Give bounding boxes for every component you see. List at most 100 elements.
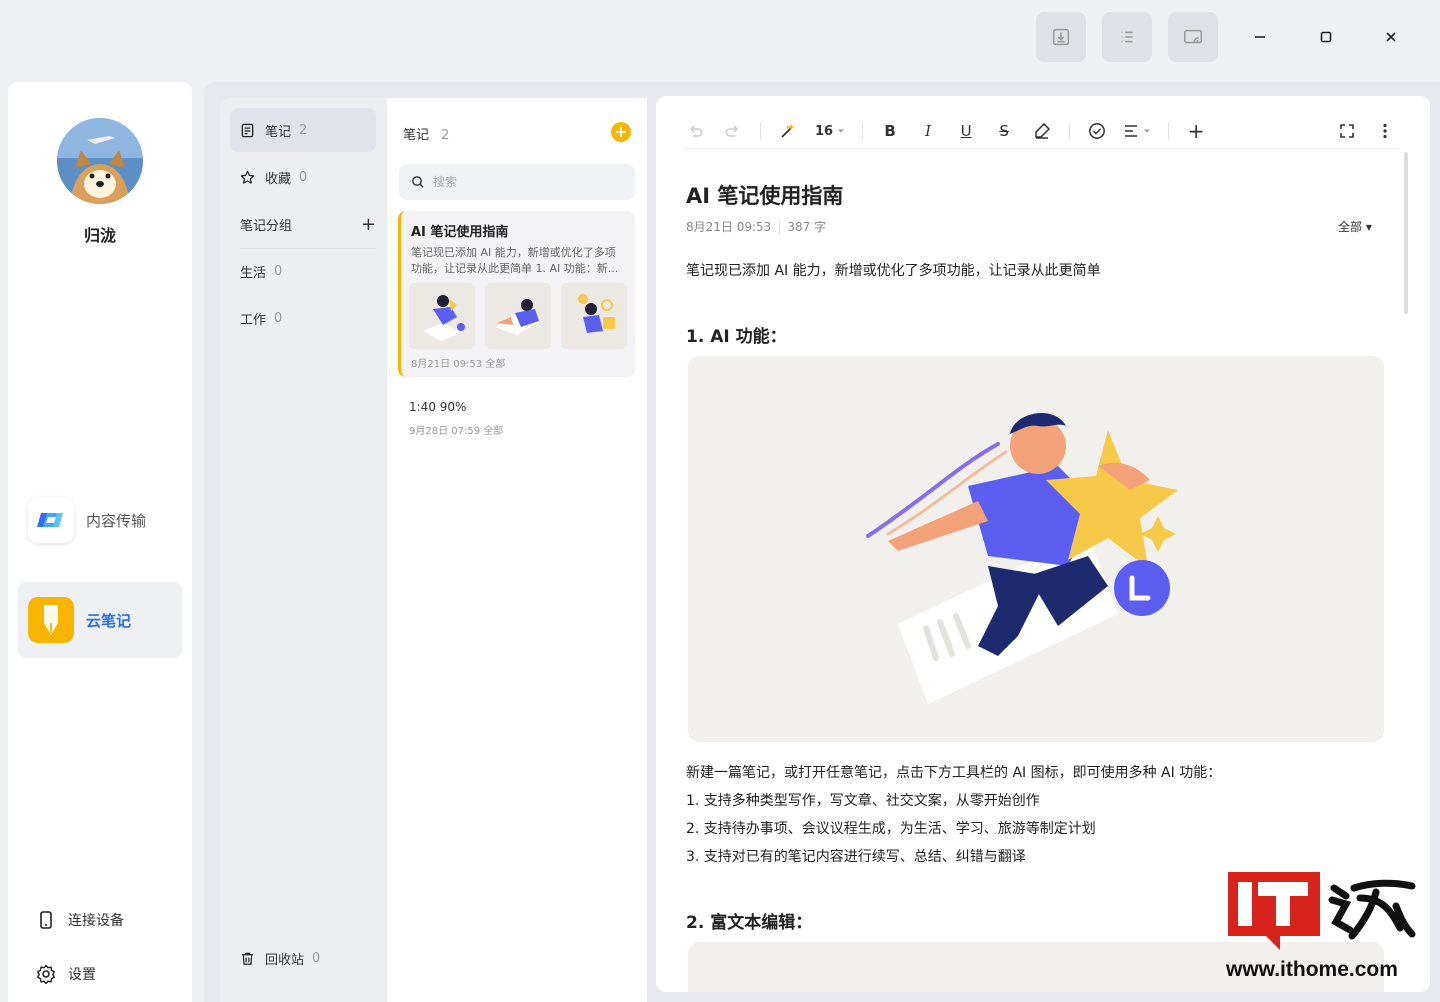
note-list-line[interactable]: 2. 支持待办事项、会议议程生成，为生活、学习、旅游等制定计划 [686, 818, 1096, 838]
note-list-item[interactable]: 1:40 90% 9月28日 07:59 全部 [409, 400, 503, 437]
undo-button[interactable] [684, 116, 706, 146]
thumbnail-image [561, 283, 627, 349]
underline-icon: U [960, 122, 972, 140]
note-group-label: 笔记分组 [240, 219, 293, 234]
note-item-meta: 8月21日 09:53 全部 [411, 359, 506, 370]
folder-select-value: 全部 ▾ [1338, 220, 1372, 234]
undo-icon [690, 125, 703, 137]
italic-icon: I [925, 122, 932, 140]
cloud-notes-icon [28, 597, 74, 643]
category-favorites-count: 0 [299, 169, 308, 185]
note-paragraph[interactable]: 新建一篇笔记，或打开任意笔记，点击下方工具栏的 AI 图标，即可使用多种 AI … [686, 762, 1221, 782]
group-count: 0 [274, 263, 283, 279]
group-item-life[interactable]: 生活 0 [230, 249, 376, 293]
add-note-button[interactable]: + [611, 122, 631, 142]
toolbar-right-group [1336, 116, 1396, 146]
toolbar-divider [684, 148, 1398, 149]
note-heading[interactable]: 2. 富文本编辑： [686, 908, 812, 933]
category-notes-count: 2 [299, 122, 308, 138]
search-box[interactable] [399, 164, 635, 200]
redo-button[interactable] [722, 116, 744, 146]
category-notes[interactable]: 笔记 2 [230, 108, 376, 152]
app-content-transfer[interactable]: 内容传输 [18, 482, 182, 558]
note-list-line[interactable]: 1. 支持多种类型写作，写文章、社交文案，从零开始创作 [686, 790, 1040, 810]
toolbar-divider [760, 123, 761, 139]
toolbar-divider [862, 123, 864, 139]
bold-button[interactable]: B [879, 116, 901, 146]
username: 归泷 [83, 226, 116, 245]
italic-button[interactable]: I [917, 116, 939, 146]
note-editor: 16 B I U S + AI 笔记使用指南 8月21日 09:53 | 387… [656, 96, 1430, 992]
category-notes-label: 笔记 [265, 124, 292, 140]
watermark-url: www.ithome.com [1226, 958, 1398, 981]
note-date: 8月21日 09:53 [686, 220, 772, 234]
group-item-work[interactable]: 工作 0 [230, 296, 376, 340]
toolbar-divider [1069, 123, 1071, 139]
editor-toolbar: 16 B I U S + [684, 116, 1396, 146]
star-icon [240, 170, 255, 184]
notes-list-panel: 笔记 2 + AI 笔记使用指南 笔记现已添加 AI 能力，新增或优化了多项功能… [387, 98, 647, 1002]
note-thumbnails [409, 283, 627, 349]
note-heading[interactable]: 1. AI 功能： [686, 322, 787, 347]
underline-button[interactable]: U [955, 116, 977, 146]
group-count: 0 [274, 310, 283, 326]
notes-list-header: 笔记 2 [403, 124, 449, 143]
maximize-icon [1320, 31, 1332, 43]
category-trash-label: 回收站 [265, 952, 305, 968]
redo-icon [725, 125, 738, 137]
checklist-button[interactable] [1086, 116, 1108, 146]
note-paragraph[interactable]: 笔记现已添加 AI 能力，新增或优化了多项功能，让记录从此更简单 [686, 260, 1101, 280]
chevron-down-icon [1144, 129, 1151, 133]
highlight-button[interactable] [1031, 116, 1053, 146]
folder-select[interactable]: 全部 ▾ [1338, 218, 1372, 235]
minimize-button[interactable] [1245, 22, 1275, 52]
app-label-transfer: 内容传输 [86, 511, 147, 530]
font-size-select[interactable]: 16 [815, 116, 846, 146]
ai-wand-button[interactable] [777, 116, 799, 146]
note-meta: 8月21日 09:53 | 387 字 [686, 220, 827, 234]
note-group-header: 笔记分组 + [240, 214, 376, 235]
app-sidebar: 归泷 内容传输 云笔记 连接设备 设置 [8, 82, 192, 1002]
cast-button[interactable] [1168, 12, 1218, 62]
add-group-icon[interactable]: + [361, 214, 376, 235]
highlighter-icon [1035, 123, 1050, 139]
note-item-snippet: 笔记现已添加 AI 能力，新增或优化了多项功能，让记录从此更简单 1. AI 功… [411, 246, 619, 275]
transfer-icon [28, 497, 74, 543]
note-title[interactable]: AI 笔记使用指南 [686, 180, 843, 210]
trash-icon [241, 952, 254, 965]
align-left-icon [1125, 125, 1138, 137]
bold-icon: B [884, 122, 896, 140]
note-list-item[interactable]: AI 笔记使用指南 笔记现已添加 AI 能力，新增或优化了多项功能，让记录从此更… [398, 211, 635, 377]
chevron-down-icon [838, 129, 845, 133]
fullscreen-icon [1340, 124, 1354, 138]
connect-device-label: 连接设备 [68, 913, 124, 929]
more-button[interactable] [1374, 116, 1396, 146]
phone-icon [40, 911, 52, 929]
minimize-icon [1255, 36, 1265, 38]
note-item-title: AI 笔记使用指南 [411, 225, 509, 240]
note-list-line[interactable]: 3. 支持对已有的笔记内容进行续写、总结、纠错与翻译 [686, 846, 1026, 866]
fullscreen-button[interactable] [1336, 116, 1358, 146]
thumbnail-image [485, 283, 551, 349]
close-button[interactable] [1376, 22, 1406, 52]
group-label: 工作 [240, 312, 267, 328]
title-bar [0, 0, 1440, 76]
editor-scrollbar[interactable] [1404, 152, 1408, 314]
list-button[interactable] [1102, 12, 1152, 62]
category-favorites[interactable]: 收藏 0 [230, 155, 376, 199]
search-input[interactable] [433, 175, 613, 189]
align-select[interactable] [1124, 116, 1152, 146]
list-icon [1121, 31, 1133, 43]
watermark: www.ithome.com [1226, 870, 1426, 988]
avatar[interactable] [57, 118, 143, 204]
import-button[interactable] [1036, 12, 1086, 62]
settings-button[interactable]: 设置 [36, 964, 96, 984]
app-cloud-notes[interactable]: 云笔记 [18, 582, 182, 658]
strikethrough-button[interactable]: S [993, 116, 1015, 146]
maximize-button[interactable] [1311, 22, 1341, 52]
note-item-meta: 9月28日 07:59 全部 [409, 426, 504, 437]
insert-button[interactable]: + [1185, 116, 1207, 146]
category-trash[interactable]: 回收站 0 [230, 936, 376, 980]
note-illustration [688, 356, 1384, 742]
connect-device-button[interactable]: 连接设备 [36, 910, 124, 930]
